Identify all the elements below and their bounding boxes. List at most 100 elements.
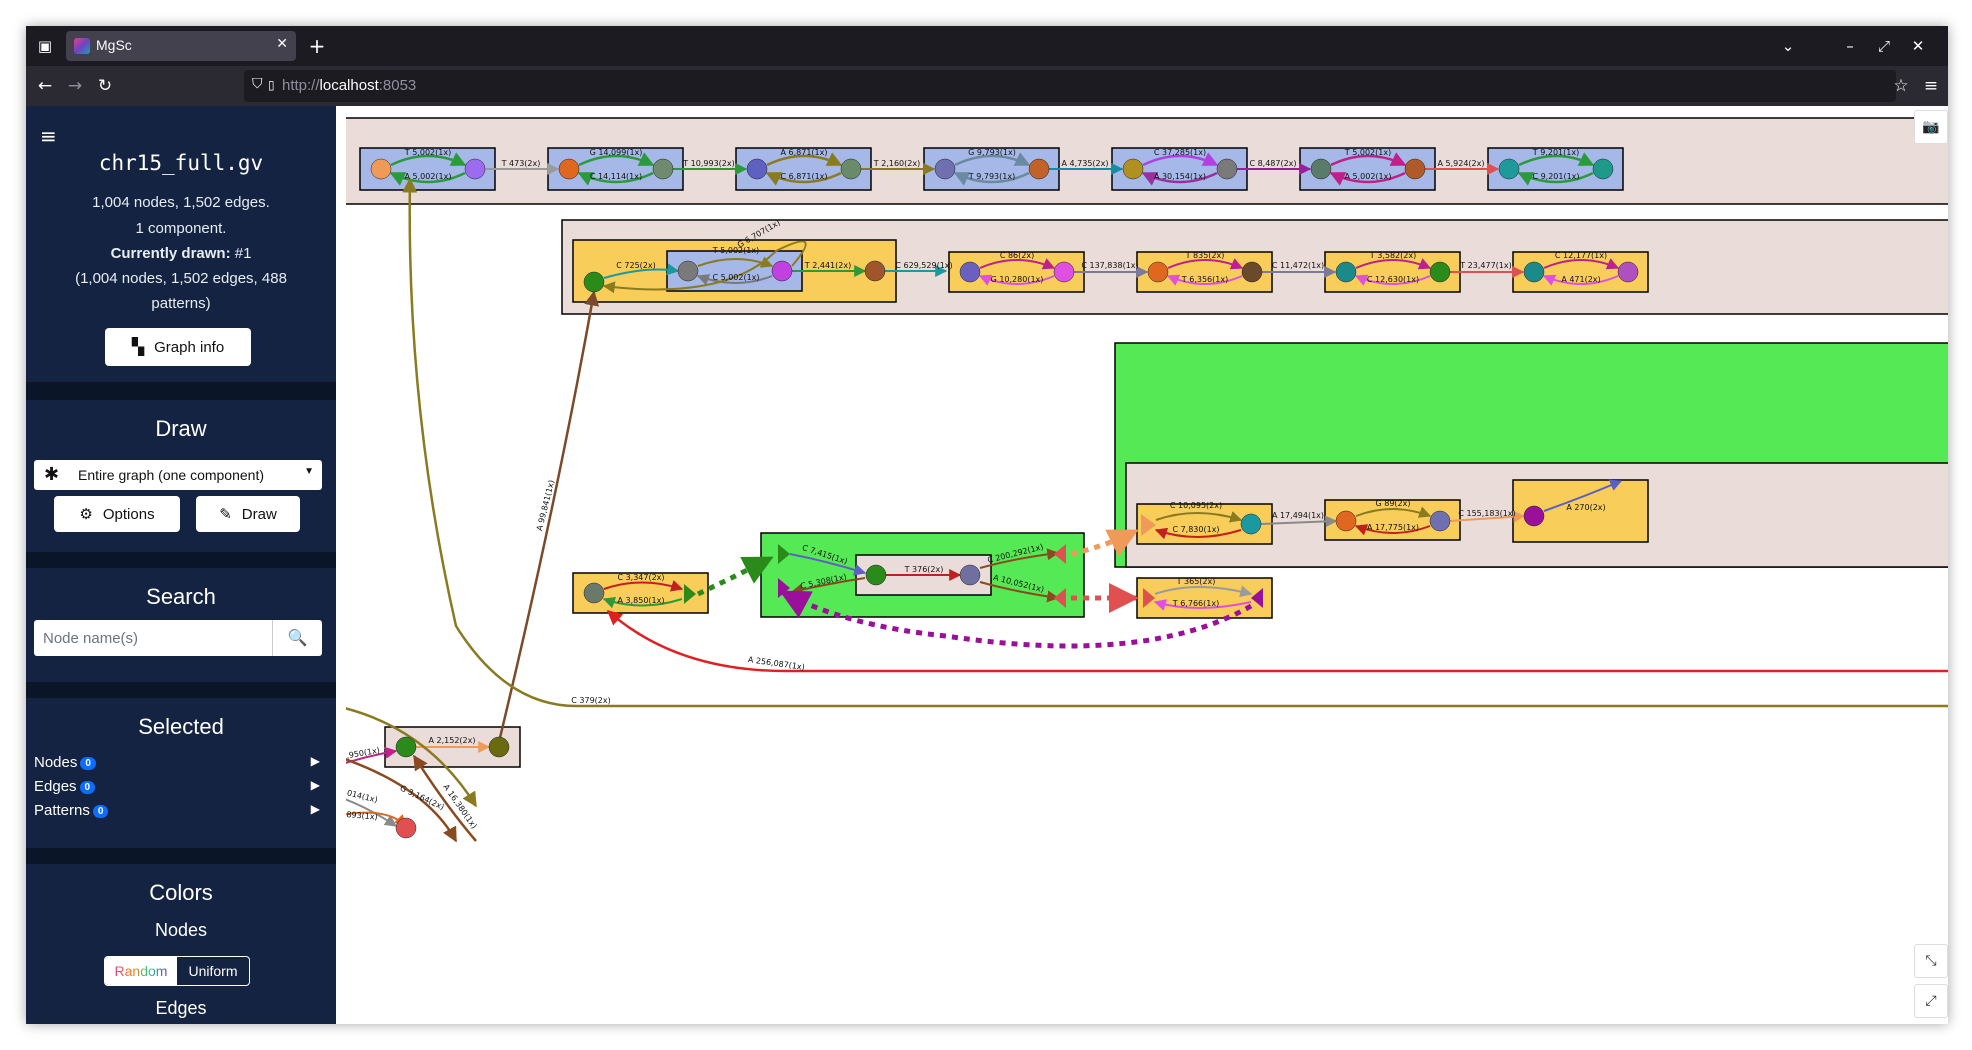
fullscreen-icon[interactable]: ⤢ <box>1914 984 1948 1018</box>
expand-arrow-icon[interactable]: ▶ <box>311 802 320 816</box>
edge-label: A 2,152(2x) <box>429 736 476 745</box>
url-text[interactable]: http://localhost:8053 <box>282 77 416 94</box>
edge-label: 1,950(1x) <box>346 746 381 762</box>
graph-node[interactable] <box>1122 158 1144 180</box>
edge-label: C 10,095(2x) <box>1170 501 1222 510</box>
forward-icon[interactable]: → <box>62 73 88 99</box>
options-button[interactable]: ⚙ Options <box>54 496 180 532</box>
edges-count-badge: 0 <box>79 781 96 794</box>
back-icon[interactable]: ← <box>32 73 58 99</box>
app-menu-icon[interactable]: ≡ <box>1918 73 1944 99</box>
graph-node[interactable] <box>464 158 486 180</box>
graph-node[interactable] <box>864 260 886 282</box>
nodes-count-badge: 0 <box>80 757 96 770</box>
selected-edges-row[interactable]: Edges 0 ▶ <box>34 778 324 795</box>
draw-title: Draw <box>155 416 207 441</box>
page-info-icon[interactable]: ▯ <box>268 78 275 92</box>
fit-view-icon[interactable]: ⤡ <box>1914 944 1948 978</box>
graph-node[interactable] <box>771 260 793 282</box>
graph-node[interactable] <box>959 261 981 283</box>
minimize-icon[interactable]: – <box>1835 32 1865 60</box>
graph-node[interactable] <box>1053 261 1075 283</box>
graph-node[interactable] <box>1028 158 1050 180</box>
close-tab-icon[interactable]: ✕ <box>276 36 288 52</box>
graph-node[interactable] <box>488 736 510 758</box>
edge-label: T 2,441(2x) <box>804 261 851 270</box>
graph-node[interactable] <box>1617 261 1639 283</box>
graph-node[interactable] <box>583 271 605 293</box>
graph-node[interactable] <box>395 817 417 839</box>
edge-label: C 137,838(1x) <box>1081 261 1138 270</box>
edge-label: C 5,002(1x) <box>712 273 759 282</box>
graph-node[interactable] <box>1241 261 1263 283</box>
selected-title: Selected <box>138 714 224 739</box>
graph-node[interactable] <box>1523 261 1545 283</box>
new-tab-icon[interactable]: + <box>302 31 332 61</box>
draw-mode-select[interactable]: ✱ Entire graph (one component) ▼ <box>34 460 322 490</box>
graph-svg[interactable]: T 5,002(1x) A 5,002(1x) T 473(2x) G 14,099(… <box>346 106 1948 1024</box>
close-window-icon[interactable]: ✕ <box>1903 32 1933 60</box>
graph-node[interactable] <box>746 158 768 180</box>
selected-nodes-row[interactable]: Nodes 0 ▶ <box>34 754 324 771</box>
graph-node[interactable] <box>1498 158 1520 180</box>
search-button[interactable]: 🔍 <box>272 620 322 656</box>
edge-label: T 9,201(1x) <box>1532 148 1579 157</box>
graph-node[interactable] <box>1592 158 1614 180</box>
graph-node[interactable] <box>1147 261 1169 283</box>
graph-summary-counts: 1,004 nodes, 1,502 edges. <box>92 194 270 211</box>
graph-node[interactable] <box>934 158 956 180</box>
graph-node[interactable] <box>677 260 699 282</box>
reload-icon[interactable]: ↻ <box>92 73 118 99</box>
graph-node[interactable] <box>840 158 862 180</box>
graph-node[interactable] <box>1429 510 1451 532</box>
browser-tab[interactable]: MgSc ✕ <box>66 31 296 61</box>
edge-label: A 5,002(1x) <box>405 172 452 181</box>
draw-button[interactable]: ✎ Draw <box>196 496 300 532</box>
dashboard-icon: ▚ <box>131 339 145 356</box>
expand-arrow-icon[interactable]: ▶ <box>311 754 320 768</box>
graph-node[interactable] <box>652 158 674 180</box>
camera-icon[interactable]: 📷 <box>1914 110 1948 144</box>
graph-node[interactable] <box>1404 158 1426 180</box>
hamburger-menu-icon[interactable]: ≡ <box>40 124 57 148</box>
graph-node[interactable] <box>1335 510 1357 532</box>
edge-label: C 3,347(2x) <box>617 573 664 582</box>
graph-edge[interactable] <box>696 555 774 597</box>
edge-label: C 8,487(2x) <box>1249 159 1296 168</box>
graph-node[interactable] <box>1310 158 1332 180</box>
graph-info-button[interactable]: ▚ Graph info <box>105 328 251 366</box>
restore-icon[interactable]: ⤢ <box>1869 32 1899 60</box>
selected-patterns-row[interactable]: Patterns 0 ▶ <box>34 802 324 819</box>
graph-node[interactable] <box>1240 513 1262 535</box>
graph-node[interactable] <box>1216 158 1238 180</box>
graph-node[interactable] <box>1335 261 1357 283</box>
edge-label: T 6,356(1x) <box>1181 275 1228 284</box>
graph-node[interactable] <box>1429 261 1451 283</box>
tab-overflow-chevron-icon[interactable]: ⌄ <box>1773 32 1803 60</box>
random-colors-option[interactable]: Random <box>105 957 177 985</box>
edge-label: T 365(2x) <box>1176 577 1216 586</box>
graph-node[interactable] <box>558 158 580 180</box>
graph-node[interactable] <box>959 564 981 586</box>
graph-node[interactable] <box>1523 505 1545 527</box>
graph-info-panel: ▚ Graph info <box>26 328 336 382</box>
url-bar[interactable]: ⛉ ▯ http://localhost:8053 <box>244 70 1896 102</box>
expand-arrow-icon[interactable]: ▶ <box>311 778 320 792</box>
graph-node[interactable] <box>865 564 887 586</box>
tab-list-icon[interactable]: ▣ <box>32 33 58 59</box>
graph-node[interactable] <box>395 736 417 758</box>
edge-label: C 7,830(1x) <box>1172 525 1219 534</box>
edge-label: T 473(2x) <box>501 159 541 168</box>
graph-canvas[interactable]: T 5,002(1x) A 5,002(1x) T 473(2x) G 14,099(… <box>346 106 1948 1024</box>
edge-label: T 835(2x) <box>1185 251 1225 260</box>
drawn-details-line2: patterns) <box>151 295 211 312</box>
shield-icon[interactable]: ⛉ <box>252 76 263 92</box>
graph-summary-panel: ≡ chr15_full.gv 1,004 nodes, 1,502 edges… <box>26 106 336 328</box>
graph-node[interactable] <box>370 158 392 180</box>
graph-edge[interactable] <box>606 610 1948 673</box>
graph-node[interactable] <box>583 582 605 604</box>
edge-label: A 30,154(1x) <box>1154 172 1206 181</box>
search-input[interactable] <box>34 620 272 656</box>
bookmark-star-icon[interactable]: ☆ <box>1888 73 1914 99</box>
uniform-colors-option[interactable]: Uniform <box>177 957 249 985</box>
